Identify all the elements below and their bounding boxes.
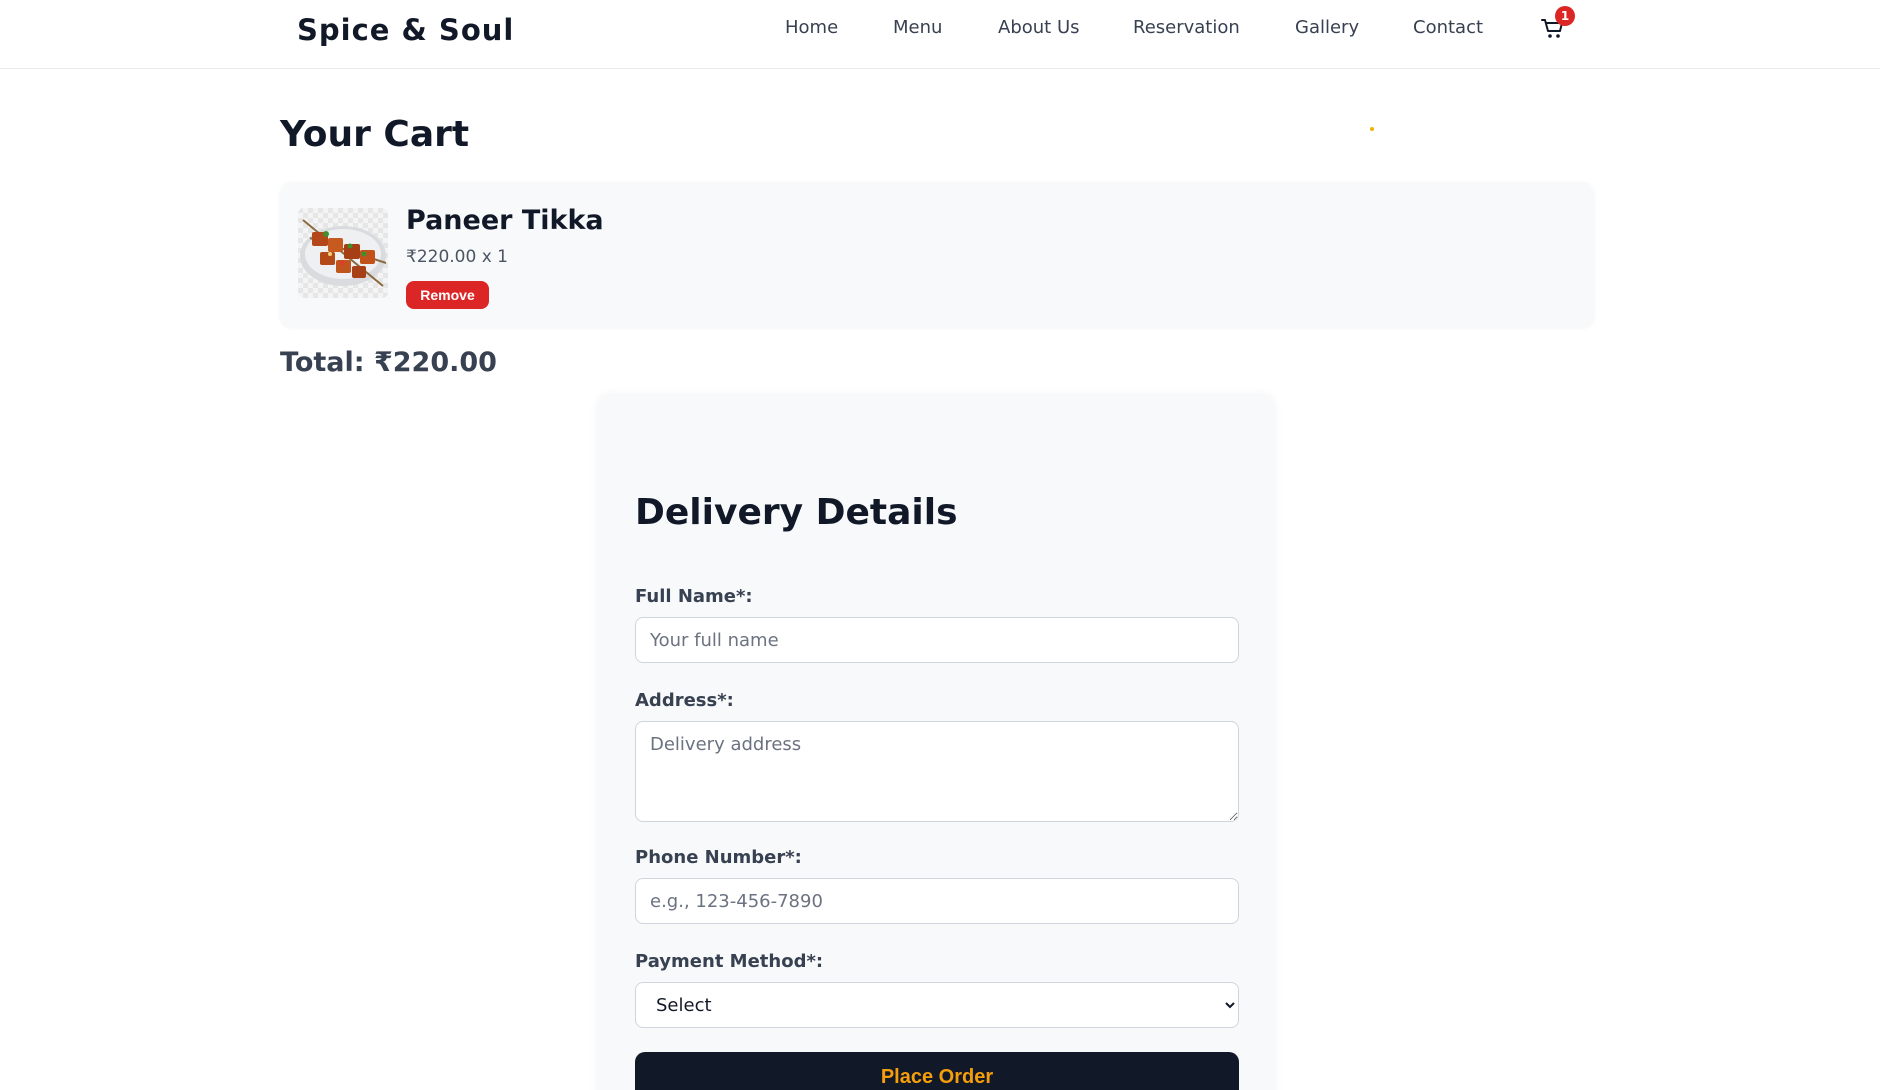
item-name: Paneer Tikka [406,205,604,236]
brand-logo[interactable]: Spice & Soul [297,12,514,48]
cart-total: Total: ₹220.00 [280,347,497,378]
nav-link-menu[interactable]: Menu [893,17,942,39]
address-label: Address*: [635,690,734,711]
remove-item-button[interactable]: Remove [406,281,489,309]
payment-method-select[interactable]: Select [635,982,1239,1028]
phone-input[interactable] [635,878,1239,924]
cart-item: Paneer Tikka ₹220.00 x 1 Remove [280,182,1594,327]
delivery-title: Delivery Details [635,492,958,533]
full-name-label: Full Name*: [635,586,753,607]
decorative-dot [1370,127,1374,131]
item-price-quantity: ₹220.00 x 1 [406,247,508,267]
place-order-button[interactable]: Place Order [635,1052,1239,1090]
nav-link-home[interactable]: Home [785,17,838,39]
full-name-input[interactable] [635,617,1239,663]
nav-link-contact[interactable]: Contact [1413,17,1483,39]
navbar: Spice & Soul Home Menu About Us Reservat… [0,0,1880,69]
delivery-form: Delivery Details Full Name*: Address*: P… [598,395,1274,1090]
phone-label: Phone Number*: [635,847,802,868]
nav-link-reservation[interactable]: Reservation [1133,17,1240,39]
cart-title: Your Cart [280,114,470,155]
nav-link-gallery[interactable]: Gallery [1295,17,1359,39]
cart-count-badge: 1 [1555,6,1575,26]
payment-method-label: Payment Method*: [635,951,824,972]
paneer-tikka-image [298,208,388,298]
cart-button[interactable]: 1 [1541,6,1577,44]
nav-link-about[interactable]: About Us [998,17,1080,39]
address-textarea[interactable] [635,721,1239,822]
